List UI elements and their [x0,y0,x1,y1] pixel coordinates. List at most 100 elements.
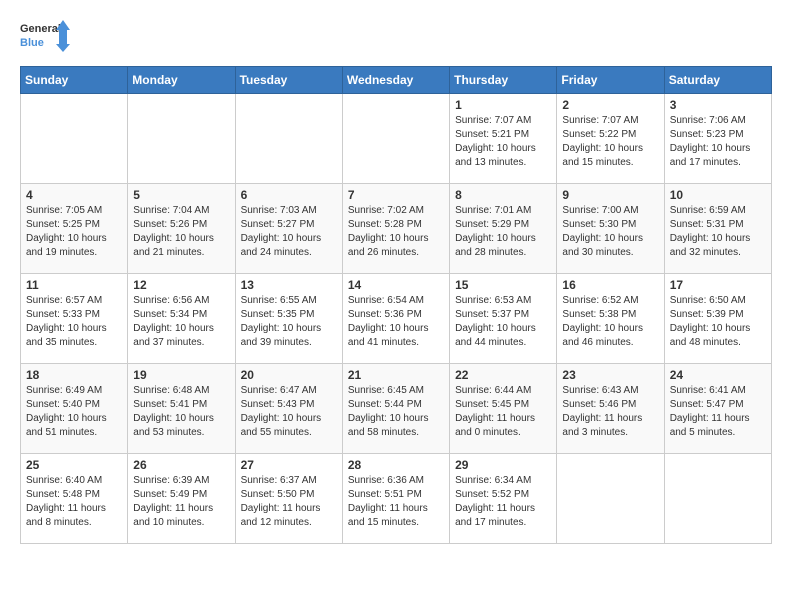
day-info: Sunrise: 6:52 AM Sunset: 5:38 PM Dayligh… [562,294,658,350]
calendar-cell: 21 Sunrise: 6:45 AM Sunset: 5:44 PM Dayli… [342,364,449,454]
day-number: 12 [133,278,229,292]
calendar-body: 1 Sunrise: 7:07 AM Sunset: 5:21 PM Daylig… [21,94,772,544]
day-info: Sunrise: 6:53 AM Sunset: 5:37 PM Dayligh… [455,294,551,350]
calendar-cell: 23 Sunrise: 6:43 AM Sunset: 5:46 PM Dayli… [557,364,664,454]
weekday-header-row: SundayMondayTuesdayWednesdayThursdayFrid… [21,67,772,94]
day-info: Sunrise: 6:45 AM Sunset: 5:44 PM Dayligh… [348,384,444,440]
calendar-cell: 1 Sunrise: 7:07 AM Sunset: 5:21 PM Daylig… [450,94,557,184]
calendar-cell: 8 Sunrise: 7:01 AM Sunset: 5:29 PM Daylig… [450,184,557,274]
day-info: Sunrise: 6:47 AM Sunset: 5:43 PM Dayligh… [241,384,337,440]
day-number: 24 [670,368,766,382]
day-info: Sunrise: 7:03 AM Sunset: 5:27 PM Dayligh… [241,204,337,260]
day-info: Sunrise: 6:39 AM Sunset: 5:49 PM Dayligh… [133,474,229,530]
weekday-header-wednesday: Wednesday [342,67,449,94]
day-info: Sunrise: 6:44 AM Sunset: 5:45 PM Dayligh… [455,384,551,440]
calendar-cell: 4 Sunrise: 7:05 AM Sunset: 5:25 PM Daylig… [21,184,128,274]
day-number: 15 [455,278,551,292]
day-number: 28 [348,458,444,472]
day-info: Sunrise: 6:54 AM Sunset: 5:36 PM Dayligh… [348,294,444,350]
calendar-cell [21,94,128,184]
page-header: General Blue [20,16,772,58]
calendar-cell: 24 Sunrise: 6:41 AM Sunset: 5:47 PM Dayli… [664,364,771,454]
day-number: 21 [348,368,444,382]
day-number: 5 [133,188,229,202]
calendar-cell: 28Sunrise: 6:36 AM Sunset: 5:51 PM Dayli… [342,454,449,544]
calendar-header: SundayMondayTuesdayWednesdayThursdayFrid… [21,67,772,94]
day-info: Sunrise: 7:07 AM Sunset: 5:22 PM Dayligh… [562,114,658,170]
weekday-header-saturday: Saturday [664,67,771,94]
day-number: 17 [670,278,766,292]
calendar-week-3: 11Sunrise: 6:57 AM Sunset: 5:33 PM Dayli… [21,274,772,364]
calendar-cell: 13Sunrise: 6:55 AM Sunset: 5:35 PM Dayli… [235,274,342,364]
day-info: Sunrise: 7:06 AM Sunset: 5:23 PM Dayligh… [670,114,766,170]
day-number: 3 [670,98,766,112]
day-number: 26 [133,458,229,472]
calendar-cell: 25 Sunrise: 6:40 AM Sunset: 5:48 PM Dayli… [21,454,128,544]
day-info: Sunrise: 6:49 AM Sunset: 5:40 PM Dayligh… [26,384,122,440]
day-info: Sunrise: 6:41 AM Sunset: 5:47 PM Dayligh… [670,384,766,440]
day-number: 7 [348,188,444,202]
day-number: 27 [241,458,337,472]
calendar-week-4: 18 Sunrise: 6:49 AM Sunset: 5:40 PM Dayli… [21,364,772,454]
day-info: Sunrise: 6:59 AM Sunset: 5:31 PM Dayligh… [670,204,766,260]
weekday-header-friday: Friday [557,67,664,94]
calendar-cell: 22 Sunrise: 6:44 AM Sunset: 5:45 PM Dayli… [450,364,557,454]
day-number: 22 [455,368,551,382]
day-number: 4 [26,188,122,202]
day-number: 19 [133,368,229,382]
calendar-cell: 10 Sunrise: 6:59 AM Sunset: 5:31 PM Dayli… [664,184,771,274]
day-info: Sunrise: 6:50 AM Sunset: 5:39 PM Dayligh… [670,294,766,350]
calendar-cell: 19 Sunrise: 6:48 AM Sunset: 5:41 PM Dayli… [128,364,235,454]
calendar-cell: 27 Sunrise: 6:37 AM Sunset: 5:50 PM Dayli… [235,454,342,544]
day-number: 16 [562,278,658,292]
calendar-cell: 9 Sunrise: 7:00 AM Sunset: 5:30 PM Daylig… [557,184,664,274]
day-number: 18 [26,368,122,382]
weekday-header-sunday: Sunday [21,67,128,94]
svg-text:Blue: Blue [20,37,44,49]
day-info: Sunrise: 6:40 AM Sunset: 5:48 PM Dayligh… [26,474,122,530]
calendar-cell [235,94,342,184]
day-info: Sunrise: 6:48 AM Sunset: 5:41 PM Dayligh… [133,384,229,440]
calendar-table: SundayMondayTuesdayWednesdayThursdayFrid… [20,66,772,544]
calendar-cell: 5 Sunrise: 7:04 AM Sunset: 5:26 PM Daylig… [128,184,235,274]
day-number: 10 [670,188,766,202]
day-number: 13 [241,278,337,292]
logo-svg: General Blue [20,16,70,58]
day-number: 9 [562,188,658,202]
calendar-cell: 6 Sunrise: 7:03 AM Sunset: 5:27 PM Daylig… [235,184,342,274]
day-number: 1 [455,98,551,112]
day-info: Sunrise: 6:56 AM Sunset: 5:34 PM Dayligh… [133,294,229,350]
weekday-header-thursday: Thursday [450,67,557,94]
calendar-cell: 12 Sunrise: 6:56 AM Sunset: 5:34 PM Dayli… [128,274,235,364]
calendar-cell: 26 Sunrise: 6:39 AM Sunset: 5:49 PM Dayli… [128,454,235,544]
calendar-cell: 3 Sunrise: 7:06 AM Sunset: 5:23 PM Daylig… [664,94,771,184]
day-info: Sunrise: 7:00 AM Sunset: 5:30 PM Dayligh… [562,204,658,260]
day-info: Sunrise: 7:05 AM Sunset: 5:25 PM Dayligh… [26,204,122,260]
day-info: Sunrise: 7:07 AM Sunset: 5:21 PM Dayligh… [455,114,551,170]
calendar-cell [128,94,235,184]
day-info: Sunrise: 6:37 AM Sunset: 5:50 PM Dayligh… [241,474,337,530]
calendar-cell: 2Sunrise: 7:07 AM Sunset: 5:22 PM Daylig… [557,94,664,184]
day-number: 23 [562,368,658,382]
day-number: 20 [241,368,337,382]
calendar-cell [557,454,664,544]
logo: General Blue [20,16,70,58]
calendar-week-2: 4 Sunrise: 7:05 AM Sunset: 5:25 PM Daylig… [21,184,772,274]
day-info: Sunrise: 7:04 AM Sunset: 5:26 PM Dayligh… [133,204,229,260]
day-number: 6 [241,188,337,202]
day-number: 25 [26,458,122,472]
day-info: Sunrise: 6:43 AM Sunset: 5:46 PM Dayligh… [562,384,658,440]
day-number: 8 [455,188,551,202]
calendar-cell: 7Sunrise: 7:02 AM Sunset: 5:28 PM Daylig… [342,184,449,274]
day-info: Sunrise: 6:34 AM Sunset: 5:52 PM Dayligh… [455,474,551,530]
day-number: 14 [348,278,444,292]
day-number: 11 [26,278,122,292]
calendar-cell: 20 Sunrise: 6:47 AM Sunset: 5:43 PM Dayli… [235,364,342,454]
calendar-cell: 29Sunrise: 6:34 AM Sunset: 5:52 PM Dayli… [450,454,557,544]
calendar-cell [342,94,449,184]
calendar-cell: 16 Sunrise: 6:52 AM Sunset: 5:38 PM Dayli… [557,274,664,364]
weekday-header-tuesday: Tuesday [235,67,342,94]
day-info: Sunrise: 7:01 AM Sunset: 5:29 PM Dayligh… [455,204,551,260]
calendar-cell: 11Sunrise: 6:57 AM Sunset: 5:33 PM Dayli… [21,274,128,364]
calendar-cell [664,454,771,544]
